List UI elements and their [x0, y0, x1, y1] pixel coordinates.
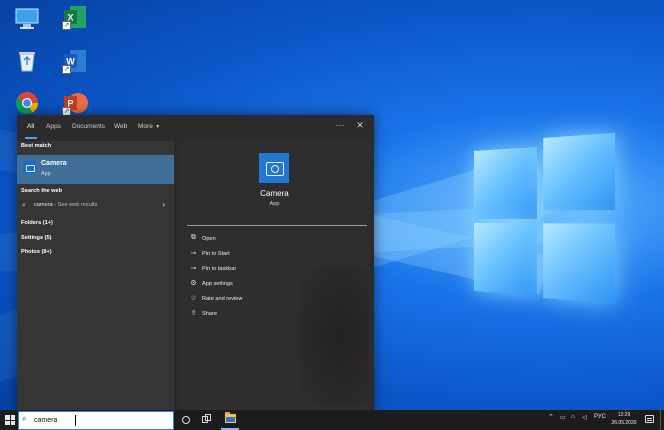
pin-icon: ⊸	[190, 250, 197, 257]
network-icon[interactable]: ⌂	[571, 414, 575, 420]
search-web-heading: Search the web	[21, 188, 63, 194]
battery-icon[interactable]: ▭	[560, 414, 566, 421]
word-icon[interactable]: W ↗	[62, 48, 88, 74]
taskbar-search-input[interactable]	[34, 414, 164, 427]
language-indicator[interactable]: РУС	[594, 414, 606, 420]
gear-icon: ⚙	[190, 280, 197, 287]
recycle-bin-icon[interactable]	[14, 48, 40, 74]
action-pin-taskbar-label: Pin to taskbar	[202, 266, 237, 272]
chevron-down-icon: ▼	[153, 124, 161, 130]
share-icon: ⇪	[190, 310, 197, 317]
tab-documents[interactable]: Documents	[72, 123, 105, 130]
tab-apps[interactable]: Apps	[46, 123, 61, 130]
action-rate-review-label: Rate and review	[202, 296, 243, 302]
best-match-name: Camera	[41, 160, 67, 167]
text-cursor	[75, 415, 76, 426]
powerpoint-icon[interactable]: P ↗	[62, 90, 88, 116]
action-pin-start-label: Pin to Start	[202, 251, 230, 257]
search-icon: ⌕	[22, 202, 26, 209]
cortana-icon[interactable]	[182, 416, 190, 424]
action-open[interactable]: ⧉ Open	[187, 234, 362, 246]
clock-date: 26.05.2020	[611, 419, 637, 426]
start-search-panel: All Apps Documents Web More ▼ ··· ✕ Best…	[17, 115, 374, 410]
action-open-label: Open	[202, 236, 216, 242]
taskbar-search-box[interactable]: ⌕	[18, 411, 174, 430]
search-icon: ⌕	[22, 414, 27, 423]
shadow-decoration	[299, 266, 369, 406]
web-result-query: camera	[34, 202, 53, 208]
action-pin-to-start[interactable]: ⊸ Pin to Start	[187, 249, 362, 261]
category-folders[interactable]: Folders (1+)	[21, 220, 53, 226]
web-result-item[interactable]: ⌕ camera - See web results ›	[17, 199, 174, 213]
excel-icon[interactable]: X ↗	[62, 4, 88, 30]
taskbar: ⌕ ⌃ ▭ ⌂ ◁ РУС 12:29 26.05.2020	[0, 410, 664, 430]
action-app-settings-label: App settings	[202, 281, 233, 287]
clock-time: 12:29	[617, 412, 631, 418]
active-tab-indicator	[25, 137, 37, 139]
detail-subtitle: App	[269, 201, 280, 207]
start-button[interactable]	[5, 415, 15, 425]
best-match-heading: Best match	[21, 143, 52, 149]
chevron-up-icon[interactable]: ⌃	[548, 413, 554, 421]
best-match-item[interactable]: Camera App	[17, 155, 174, 184]
chevron-right-icon[interactable]: ›	[162, 200, 165, 209]
results-list: Best match Camera App Search the web ⌕ c…	[17, 141, 174, 410]
tab-more-label: More	[138, 123, 153, 130]
file-explorer-icon[interactable]	[225, 412, 236, 423]
star-icon: ☆	[190, 295, 197, 302]
volume-icon[interactable]: ◁	[582, 414, 587, 421]
web-result-suffix: - See web results	[52, 202, 98, 208]
notification-center-icon[interactable]	[645, 415, 654, 423]
category-photos[interactable]: Photos (8+)	[21, 249, 52, 255]
close-button[interactable]: ✕	[353, 120, 367, 131]
camera-icon	[23, 161, 36, 174]
best-match-type: App	[41, 171, 51, 177]
category-settings[interactable]: Settings (5)	[21, 235, 51, 241]
system-clock[interactable]: 12:29 26.05.2020	[609, 412, 639, 427]
tab-all[interactable]: All	[27, 123, 34, 130]
search-tabs: All Apps Documents Web More ▼ ··· ✕	[17, 115, 374, 141]
result-detail-pane: Camera App ⧉ Open ⊸ Pin to Start ⊸ Pin t…	[179, 141, 370, 410]
detail-divider	[187, 225, 367, 226]
tab-more[interactable]: More ▼	[138, 123, 160, 130]
action-share-label: Share	[202, 311, 217, 317]
this-pc-icon[interactable]	[14, 6, 40, 32]
web-result-text: camera - See web results	[34, 202, 97, 208]
camera-app-icon	[259, 153, 289, 183]
show-desktop-button[interactable]	[660, 410, 661, 430]
pin-icon: ⊸	[190, 265, 197, 272]
open-icon: ⧉	[191, 234, 196, 241]
detail-title: Camera	[260, 189, 289, 198]
tab-web[interactable]: Web	[114, 123, 127, 130]
more-options-button[interactable]: ···	[333, 120, 347, 130]
chrome-icon[interactable]	[14, 90, 40, 116]
task-view-icon[interactable]	[202, 414, 211, 424]
windows-logo-wallpaper	[474, 132, 622, 304]
